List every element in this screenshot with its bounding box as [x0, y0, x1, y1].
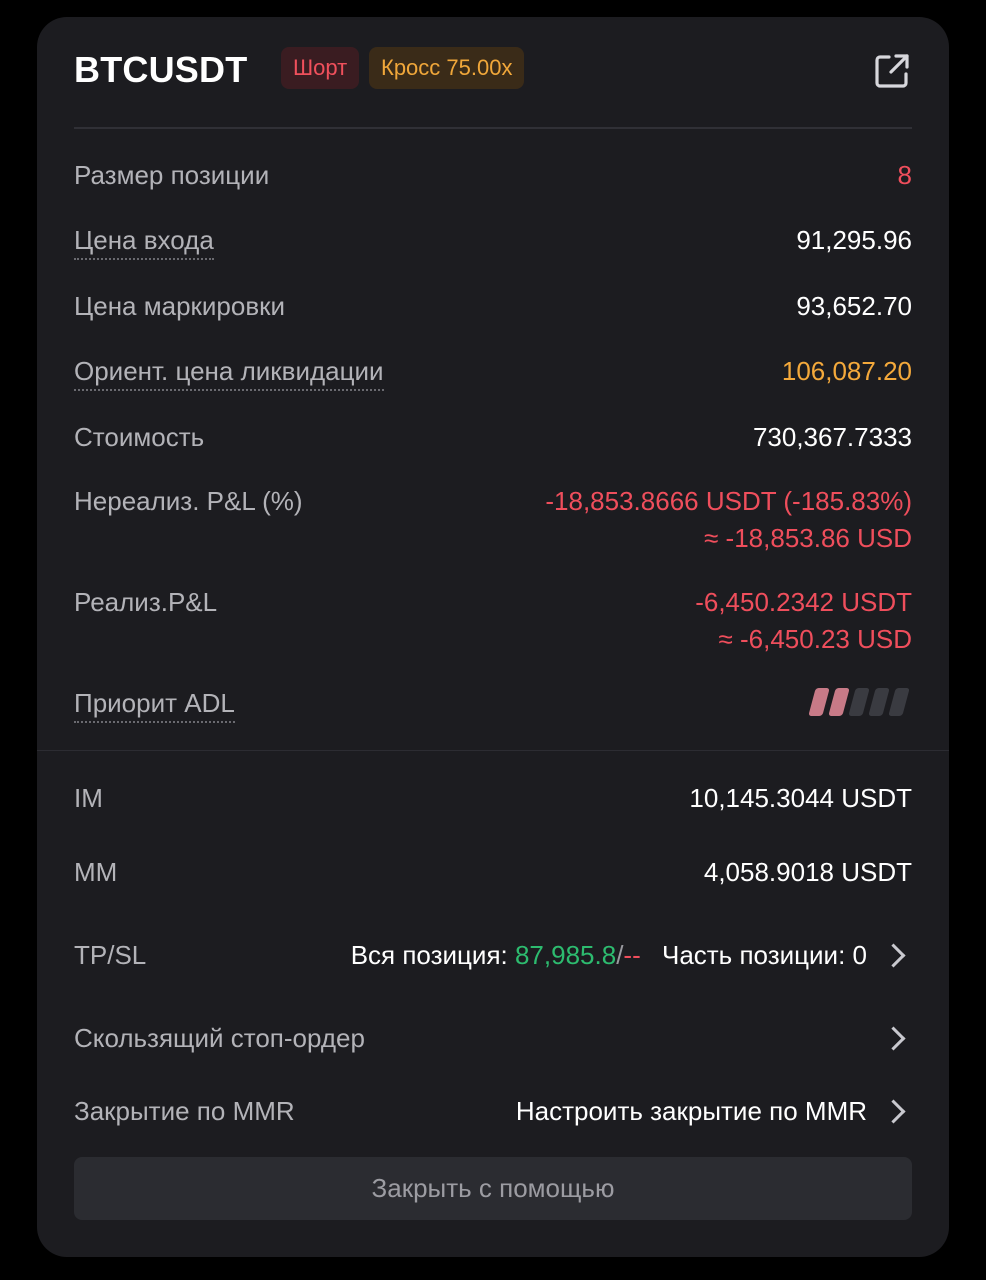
mmr-close-action-label: Настроить закрытие по MMR — [515, 1096, 867, 1126]
adl-bar — [808, 688, 830, 716]
tp-value: 87,985.8 — [514, 940, 617, 970]
unrealized-pnl-usd: ≈ -18,853.86 USD — [704, 523, 912, 553]
side-badge: Шорт — [281, 47, 360, 89]
chevron-right-icon[interactable] — [881, 1026, 906, 1051]
realized-pnl-label: Реализ.P&L — [74, 587, 218, 617]
entry-price-label[interactable]: Цена входа — [74, 225, 214, 260]
im-label: IM — [74, 783, 103, 813]
adl-bar — [848, 688, 870, 716]
adl-label[interactable]: Приорит ADL — [74, 688, 235, 723]
tpsl-label: TP/SL — [74, 940, 147, 970]
position-card: BTCUSDT Шорт Кросс 75.00x Размер позиции… — [37, 17, 949, 1257]
adl-bar — [828, 688, 850, 716]
external-link-icon[interactable] — [872, 51, 912, 91]
mm-label: MM — [74, 857, 118, 887]
trailing-stop-action[interactable] — [867, 1023, 912, 1054]
chevron-right-icon[interactable] — [881, 1099, 906, 1124]
liquidation-price-label[interactable]: Ориент. цена ликвидации — [74, 356, 384, 391]
realized-pnl-usd: ≈ -6,450.23 USD — [718, 624, 912, 654]
chevron-right-icon[interactable] — [881, 943, 906, 968]
entry-price-value: 91,295.96 — [796, 225, 912, 255]
adl-bar — [868, 688, 890, 716]
position-value-value: 730,367.7333 — [752, 422, 912, 452]
adl-bar — [888, 688, 910, 716]
unrealized-pnl-value: -18,853.8666 USDT (-185.83%) — [545, 486, 912, 516]
symbol-title[interactable]: BTCUSDT — [74, 49, 247, 91]
mmr-close-action[interactable]: Настроить закрытие по MMR — [516, 1096, 912, 1127]
tpsl-partial-label: Часть позиции: 0 — [661, 940, 867, 970]
liquidation-price-value: 106,087.20 — [781, 356, 912, 386]
position-size-value: 8 — [897, 160, 912, 190]
position-size-label: Размер позиции — [74, 160, 270, 190]
position-header: BTCUSDT Шорт Кросс 75.00x — [74, 45, 912, 93]
header-divider — [74, 127, 912, 129]
mmr-close-label: Закрытие по MMR — [74, 1096, 295, 1126]
mark-price-label: Цена маркировки — [74, 291, 286, 321]
tpsl-value[interactable]: Вся позиция: 87,985.8/-- Часть позиции: … — [351, 940, 912, 971]
section-divider — [37, 750, 949, 751]
sl-value: -- — [623, 940, 641, 970]
mm-value: 4,058.9018 USDT — [703, 857, 912, 887]
position-value-label: Стоимость — [74, 422, 205, 452]
unrealized-pnl-label: Нереализ. P&L (%) — [74, 486, 303, 516]
mark-price-value: 93,652.70 — [796, 291, 912, 321]
close-with-button[interactable]: Закрыть с помощью — [74, 1157, 912, 1220]
trailing-stop-label: Скользящий стоп-ордер — [74, 1023, 365, 1053]
margin-mode-badge[interactable]: Кросс 75.00x — [369, 47, 525, 89]
im-value: 10,145.3044 USDT — [689, 783, 912, 813]
tpsl-full-label: Вся позиция: — [350, 940, 515, 970]
adl-indicator — [808, 688, 912, 718]
realized-pnl-value: -6,450.2342 USDT — [695, 587, 912, 617]
